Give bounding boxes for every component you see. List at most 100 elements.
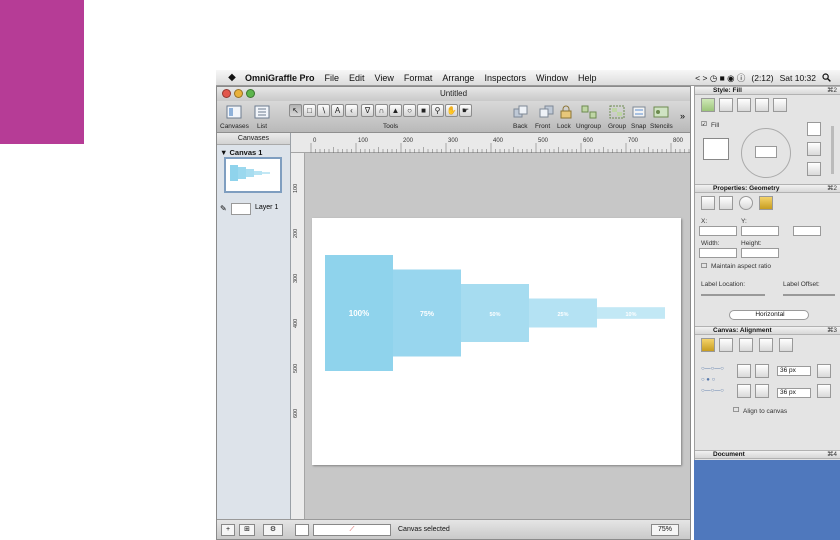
clock[interactable]: Sat 10:32 xyxy=(777,73,819,83)
canvas-thumbnail[interactable] xyxy=(224,157,282,193)
x-field[interactable] xyxy=(699,226,737,236)
connection-tab-icon[interactable] xyxy=(719,196,733,210)
fill-opacity-slider[interactable] xyxy=(831,126,834,174)
snap-label[interactable]: Snap xyxy=(631,123,646,130)
magnet-icon[interactable]: ∩ xyxy=(375,104,388,117)
style-fill-header[interactable]: Style: Fill ⌘2 xyxy=(695,86,840,95)
space-horizontal-icon[interactable] xyxy=(755,364,769,378)
zoom-button[interactable] xyxy=(246,89,255,98)
gear-icon[interactable]: ⚙ xyxy=(263,524,283,536)
vertical-spacing-field[interactable]: 36 px xyxy=(777,388,811,398)
menu-app-name[interactable]: OmniGraffle Pro xyxy=(240,73,320,83)
fill-color-well[interactable] xyxy=(703,138,729,160)
menu-arrange[interactable]: Arrange xyxy=(437,73,479,83)
label-offset-slider[interactable] xyxy=(783,294,835,296)
stencils-icon[interactable] xyxy=(653,105,669,119)
canvas-1-item[interactable]: ▼ Canvas 1 xyxy=(220,148,262,157)
text-tab-icon[interactable] xyxy=(773,98,787,112)
match-horizontal-icon[interactable] xyxy=(817,364,831,378)
distribute-horizontal-icon[interactable] xyxy=(737,364,751,378)
distribute-vertical-icon[interactable] xyxy=(737,384,751,398)
note-tab-icon[interactable] xyxy=(739,196,753,210)
stencils-label[interactable]: Stencils xyxy=(650,123,673,130)
browse-tool-icon[interactable]: ☛ xyxy=(459,104,472,117)
add-layer-button[interactable]: ⊞ xyxy=(239,524,255,536)
menu-edit[interactable]: Edit xyxy=(344,73,370,83)
add-canvas-button[interactable]: + xyxy=(221,524,235,536)
properties-geometry-header[interactable]: Properties: Geometry ⌘2 xyxy=(695,184,840,193)
ungroup-icon[interactable] xyxy=(581,105,597,119)
line-tool-icon[interactable]: ∖ xyxy=(317,104,330,117)
layer-pencil-icon[interactable]: ✎ xyxy=(220,204,227,213)
hand-tool-icon[interactable]: ✋ xyxy=(445,104,458,117)
menu-file[interactable]: File xyxy=(320,73,345,83)
close-button[interactable] xyxy=(222,89,231,98)
label-location-slider[interactable] xyxy=(701,294,765,296)
stroke-tab-icon[interactable] xyxy=(719,98,733,112)
zoom-popup[interactable]: 75% xyxy=(651,524,679,536)
minimize-button[interactable] xyxy=(234,89,243,98)
background-tab-icon[interactable] xyxy=(759,338,773,352)
match-vertical-icon[interactable] xyxy=(817,384,831,398)
menu-window[interactable]: Window xyxy=(531,73,573,83)
canvas-size-tab-icon[interactable] xyxy=(719,338,733,352)
zoom-tool-icon[interactable]: ⚲ xyxy=(431,104,444,117)
apple-icon[interactable]: ◆ xyxy=(224,72,240,83)
height-field[interactable] xyxy=(741,248,779,258)
canvas-alignment-header[interactable]: Canvas: Alignment ⌘3 xyxy=(695,326,840,335)
menu-help[interactable]: Help xyxy=(573,73,602,83)
group-icon[interactable] xyxy=(609,105,625,119)
menu-format[interactable]: Format xyxy=(399,73,438,83)
back-icon[interactable] xyxy=(513,105,529,119)
layer-1-label[interactable]: Layer 1 xyxy=(255,204,278,211)
blend-style-mid[interactable] xyxy=(807,142,821,156)
shadow-tab-icon[interactable] xyxy=(737,98,751,112)
blend-style-top[interactable] xyxy=(807,122,821,136)
style-brush-icon[interactable]: ∇ xyxy=(361,104,374,117)
lock-icon[interactable] xyxy=(558,105,574,119)
alignment-grid[interactable]: ○—○—○ ○ ● ○ ○—○—○ xyxy=(701,364,731,398)
maintain-aspect-checkbox[interactable]: ☐ xyxy=(701,262,707,270)
battery-status[interactable]: (2:12) xyxy=(748,73,776,83)
grid-tab-icon[interactable] xyxy=(739,338,753,352)
canvases-icon[interactable] xyxy=(226,105,242,119)
list-icon[interactable] xyxy=(254,105,270,119)
y-field[interactable] xyxy=(741,226,779,236)
geometry-tab-icon[interactable] xyxy=(701,196,715,210)
stroke-swatch[interactable]: ⟋ xyxy=(313,524,391,536)
rotation-field[interactable] xyxy=(793,226,821,236)
align-to-canvas-checkbox[interactable]: ☐ xyxy=(733,406,739,414)
fill-tab-icon[interactable] xyxy=(701,98,715,112)
spotlight-search-icon[interactable] xyxy=(819,72,834,84)
status-icons[interactable]: < > ◷ ■ ◉ ⓘ xyxy=(692,72,748,84)
back-label[interactable]: Back xyxy=(513,123,527,130)
document-header[interactable]: Document ⌘4 xyxy=(695,450,840,459)
fill-checkbox[interactable]: ☑ xyxy=(701,120,707,128)
image-tab-icon[interactable] xyxy=(755,98,769,112)
shape-tool-icon[interactable]: □ xyxy=(303,104,316,117)
text-tool-icon[interactable]: A xyxy=(331,104,344,117)
pen-tool-icon[interactable]: ‹ xyxy=(345,104,358,117)
alignment-tab-icon[interactable] xyxy=(701,338,715,352)
blend-style-bottom[interactable] xyxy=(807,162,821,176)
horizontal-spacing-field[interactable]: 36 px xyxy=(777,366,811,376)
orientation-popup[interactable]: Horizontal xyxy=(729,310,809,320)
front-icon[interactable] xyxy=(539,105,555,119)
rubber-stamp-icon[interactable]: ▲ xyxy=(389,104,402,117)
menu-view[interactable]: View xyxy=(370,73,399,83)
fill-swatch[interactable] xyxy=(295,524,309,536)
canvas-page[interactable]: 100% 75% 50% 25% 10% xyxy=(312,218,681,465)
layer-thumbnail[interactable] xyxy=(231,203,251,215)
list-toolbar-label[interactable]: List xyxy=(257,123,267,130)
group-label[interactable]: Group xyxy=(608,123,626,130)
canvases-toolbar-label[interactable]: Canvases xyxy=(220,123,249,130)
gradient-center-field[interactable] xyxy=(755,146,777,158)
lock-label[interactable]: Lock xyxy=(557,123,571,130)
layout-tab-icon[interactable] xyxy=(779,338,793,352)
stamp-tool-icon[interactable]: ■ xyxy=(417,104,430,117)
space-vertical-icon[interactable] xyxy=(755,384,769,398)
menu-inspectors[interactable]: Inspectors xyxy=(479,73,531,83)
geometry-active-tab-icon[interactable] xyxy=(759,196,773,210)
width-field[interactable] xyxy=(699,248,737,258)
selection-tool-icon[interactable]: ↖ xyxy=(289,104,302,117)
